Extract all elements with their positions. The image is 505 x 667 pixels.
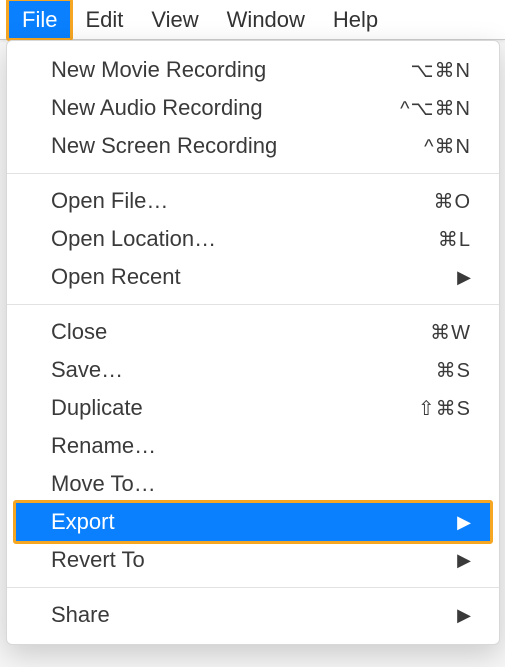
- menu-move-to[interactable]: Move To…: [7, 465, 499, 503]
- group-open: Open File… ⌘O Open Location… ⌘L Open Rec…: [7, 173, 499, 296]
- menu-new-movie-recording[interactable]: New Movie Recording ⌥⌘N: [7, 51, 499, 89]
- menu-open-file[interactable]: Open File… ⌘O: [7, 182, 499, 220]
- file-menu-dropdown: New Movie Recording ⌥⌘N New Audio Record…: [6, 40, 500, 645]
- menubar-view[interactable]: View: [137, 0, 212, 39]
- menu-label: Export: [51, 509, 451, 535]
- menu-label: Open Location…: [51, 226, 438, 252]
- menu-new-screen-recording[interactable]: New Screen Recording ^⌘N: [7, 127, 499, 165]
- menu-label: Close: [51, 319, 430, 345]
- menu-label: Open Recent: [51, 264, 451, 290]
- menu-label: Open File…: [51, 188, 433, 214]
- menu-label: Revert To: [51, 547, 451, 573]
- submenu-arrow-icon: ▶: [457, 512, 471, 533]
- menu-close[interactable]: Close ⌘W: [7, 313, 499, 351]
- menu-shortcut: ⌘S: [436, 358, 471, 383]
- menu-rename[interactable]: Rename…: [7, 427, 499, 465]
- submenu-arrow-icon: ▶: [457, 550, 471, 571]
- menu-label: Share: [51, 602, 451, 628]
- submenu-arrow-icon: ▶: [457, 605, 471, 626]
- menubar-file-label: File: [22, 7, 57, 33]
- menu-duplicate[interactable]: Duplicate ⇧⌘S: [7, 389, 499, 427]
- menu-open-location[interactable]: Open Location… ⌘L: [7, 220, 499, 258]
- menu-shortcut: ^⌘N: [424, 134, 471, 159]
- menu-label: New Audio Recording: [51, 95, 400, 121]
- menubar-edit[interactable]: Edit: [71, 0, 137, 39]
- menu-label: New Screen Recording: [51, 133, 424, 159]
- menubar-help-label: Help: [333, 7, 378, 33]
- menu-label: Duplicate: [51, 395, 418, 421]
- menubar-file[interactable]: File: [8, 0, 71, 39]
- group-file-ops: Close ⌘W Save… ⌘S Duplicate ⇧⌘S Rename… …: [7, 304, 499, 579]
- menubar: File Edit View Window Help: [0, 0, 505, 40]
- menu-shortcut: ⌘O: [433, 189, 471, 214]
- menu-shortcut: ⌥⌘N: [411, 58, 472, 83]
- menubar-window[interactable]: Window: [213, 0, 319, 39]
- menu-shortcut: ^⌥⌘N: [400, 96, 471, 121]
- menubar-window-label: Window: [227, 7, 305, 33]
- menu-label: Rename…: [51, 433, 471, 459]
- menu-open-recent[interactable]: Open Recent ▶: [7, 258, 499, 296]
- menu-shortcut: ⌘L: [438, 227, 471, 252]
- menu-shortcut: ⇧⌘S: [418, 396, 471, 421]
- menu-save[interactable]: Save… ⌘S: [7, 351, 499, 389]
- menu-new-audio-recording[interactable]: New Audio Recording ^⌥⌘N: [7, 89, 499, 127]
- menubar-view-label: View: [151, 7, 198, 33]
- menu-share[interactable]: Share ▶: [7, 596, 499, 634]
- menu-export[interactable]: Export ▶: [13, 503, 493, 541]
- menu-shortcut: ⌘W: [430, 320, 471, 345]
- submenu-arrow-icon: ▶: [457, 267, 471, 288]
- menu-label: New Movie Recording: [51, 57, 411, 83]
- menubar-edit-label: Edit: [85, 7, 123, 33]
- group-new: New Movie Recording ⌥⌘N New Audio Record…: [7, 51, 499, 165]
- menubar-help[interactable]: Help: [319, 0, 392, 39]
- group-share: Share ▶: [7, 587, 499, 634]
- menu-label: Save…: [51, 357, 436, 383]
- menu-label: Move To…: [51, 471, 471, 497]
- menu-revert-to[interactable]: Revert To ▶: [7, 541, 499, 579]
